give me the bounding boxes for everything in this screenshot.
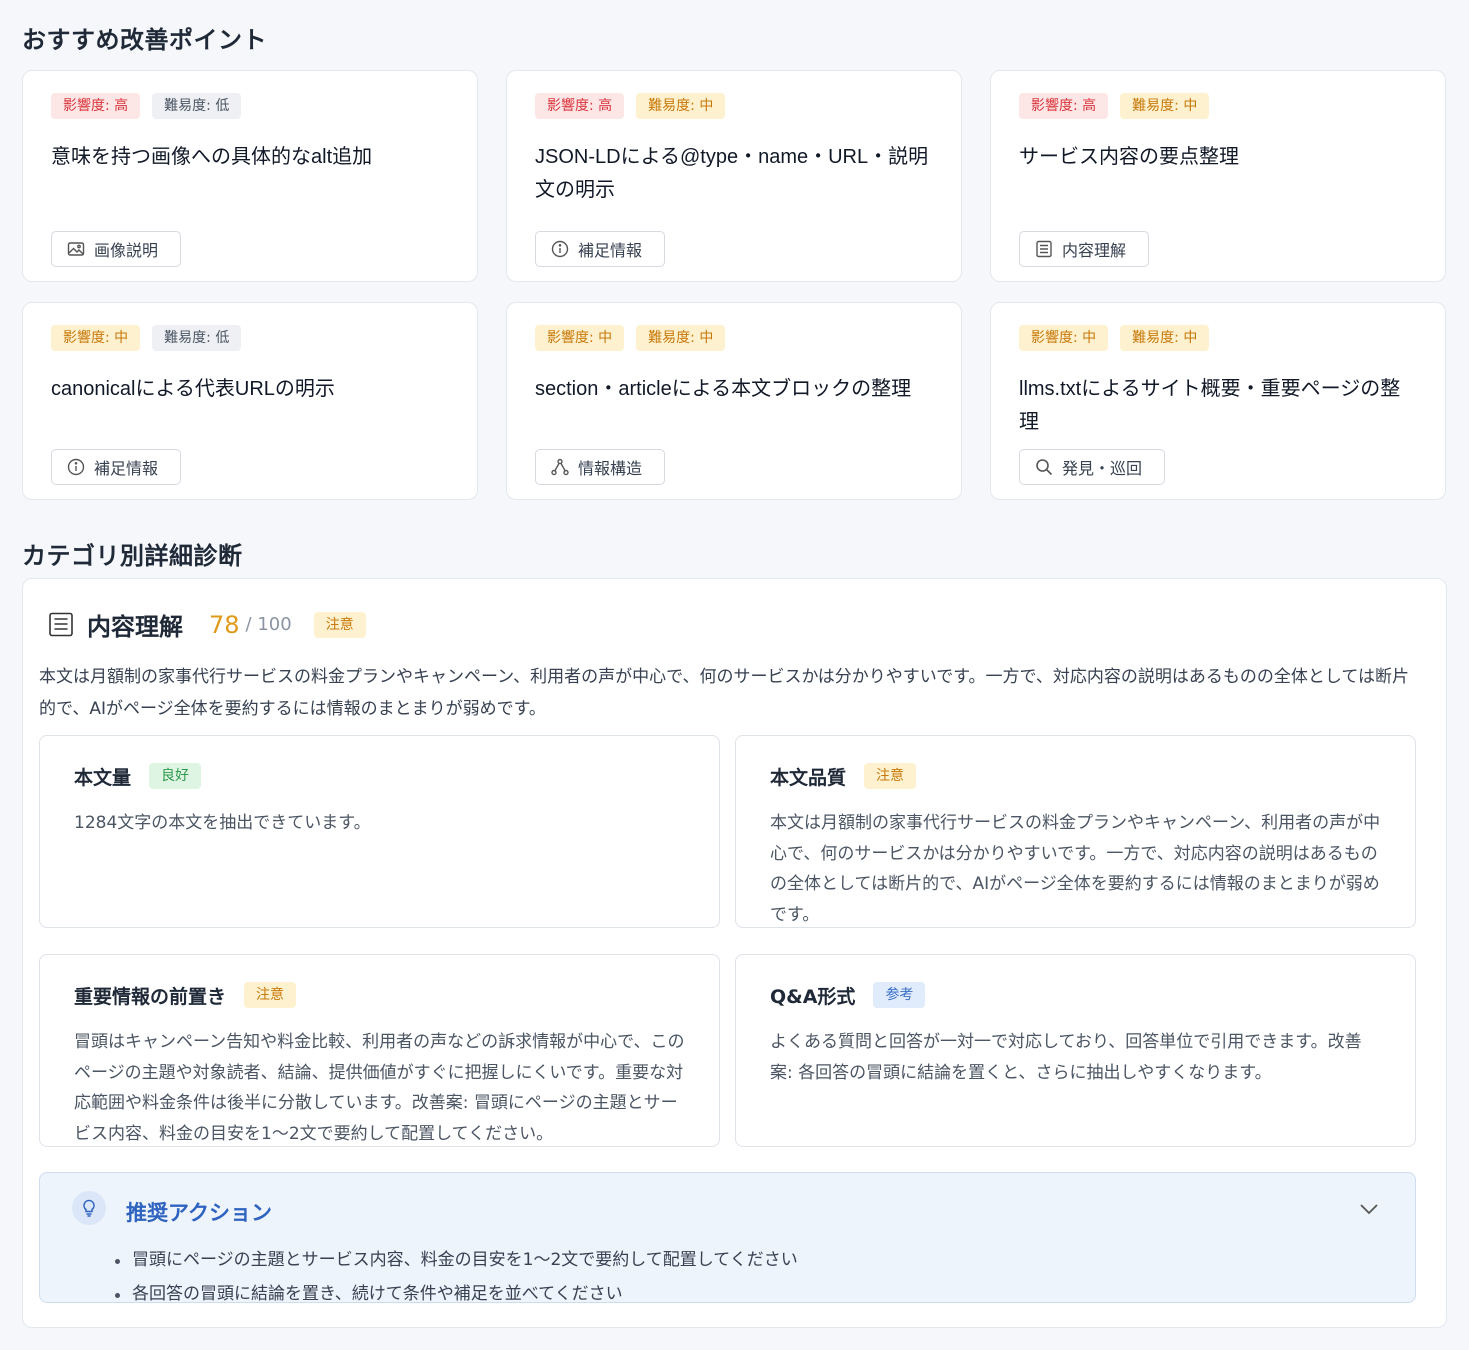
category-tag-label: 内容理解: [1062, 241, 1127, 260]
criterion-card: 本文品質 注意 本文は月額制の家事代行サービスの料金プランやキャンペーン、利用者…: [735, 735, 1416, 928]
recommendation-title: JSON-LDによる@type・name・URL・説明文の明示: [535, 146, 929, 201]
category-tag[interactable]: 補足情報: [51, 449, 182, 485]
image-icon: [67, 242, 85, 256]
recommendation-card[interactable]: 影響度: 中 難易度: 低 canonicalによる代表URLの明示 補足情報: [22, 302, 478, 500]
criterion-card: 本文量 良好 1284文字の本文を抽出できています。: [39, 735, 720, 928]
category-name: 内容理解: [87, 613, 183, 641]
search-icon: [1036, 459, 1053, 476]
criterion-title: 本文量: [74, 766, 132, 789]
criterion-body: よくある質問と回答が一対一で対応しており、回答単位で引用できます。改善案: 各回…: [770, 1032, 1362, 1083]
category-summary: 本文は月額制の家事代行サービスの料金プランやキャンペーン、利用者の声が中心で、何…: [39, 667, 1410, 719]
impact-badge: 影響度: 高: [1019, 93, 1109, 119]
info-icon: [551, 240, 569, 258]
category-detail-header: 内容理解 78 / 100 注意: [47, 607, 366, 642]
lightbulb-icon: [72, 1191, 106, 1225]
recommendation-title: llms.txtによるサイト概要・重要ページの整理: [1019, 378, 1401, 433]
action-list: 冒頭にページの主題とサービス内容、料金の目安を1〜2文で要約して配置してください…: [115, 1243, 798, 1302]
recommendation-card[interactable]: 影響度: 高 難易度: 中 サービス内容の要点整理 内容理解: [990, 70, 1446, 282]
impact-badge: 影響度: 高: [51, 93, 141, 119]
recommendations-heading: おすすめ改善ポイント: [22, 26, 267, 54]
category-tag-label: 発見・巡回: [1062, 459, 1143, 478]
category-score-max: / 100: [245, 614, 292, 635]
recommendation-card[interactable]: 影響度: 中 難易度: 中 section・articleによる本文ブロックの整…: [506, 302, 962, 500]
difficulty-badge: 難易度: 中: [636, 325, 726, 351]
action-item: 冒頭にページの主題とサービス内容、料金の目安を1〜2文で要約して配置してください: [115, 1243, 798, 1277]
chevron-down-icon[interactable]: [1357, 1197, 1381, 1221]
difficulty-badge: 難易度: 中: [1120, 93, 1210, 119]
status-badge: 良好: [149, 763, 202, 789]
category-tag[interactable]: 補足情報: [535, 231, 666, 267]
criterion-title: 本文品質: [770, 766, 847, 789]
category-tag-label: 情報構造: [578, 459, 643, 478]
criterion-body: 1284文字の本文を抽出できています。: [74, 813, 371, 833]
action-item: 各回答の冒頭に結論を置き、続けて条件や補足を並べてください: [115, 1277, 798, 1302]
criterion-card: Q&A形式 参考 よくある質問と回答が一対一で対応しており、回答単位で引用できま…: [735, 954, 1416, 1147]
recommendation-title: 意味を持つ画像への具体的なalt追加: [51, 146, 373, 168]
category-detail-card: 内容理解 78 / 100 注意 本文は月額制の家事代行サービスの料金プランやキ…: [22, 578, 1447, 1328]
impact-badge: 影響度: 高: [535, 93, 625, 119]
recommended-actions-panel[interactable]: 推奨アクション 冒頭にページの主題とサービス内容、料金の目安を1〜2文で要約して…: [39, 1172, 1416, 1303]
difficulty-badge: 難易度: 中: [636, 93, 726, 119]
category-tag[interactable]: 画像説明: [51, 231, 182, 267]
criterion-title: Q&A形式: [770, 985, 856, 1008]
recommendation-grid: 影響度: 高 難易度: 低 意味を持つ画像への具体的なalt追加 画像説明 影響…: [22, 70, 1447, 500]
status-badge: 参考: [873, 982, 926, 1008]
criterion-title: 重要情報の前置き: [74, 985, 227, 1008]
recommendation-card[interactable]: 影響度: 中 難易度: 中 llms.txtによるサイト概要・重要ページの整理 …: [990, 302, 1446, 500]
category-tag[interactable]: 内容理解: [1019, 231, 1150, 267]
category-heading: カテゴリ別詳細診断: [22, 542, 243, 570]
status-badge: 注意: [313, 611, 366, 638]
status-badge: 注意: [864, 763, 917, 789]
category-score: 78: [209, 610, 240, 639]
criterion-body: 冒頭はキャンペーン告知や料金比較、利用者の声などの訴求情報が中心で、このページの…: [74, 1032, 685, 1144]
criterion-body: 本文は月額制の家事代行サービスの料金プランやキャンペーン、利用者の声が中心で、何…: [770, 813, 1381, 925]
category-tag[interactable]: 発見・巡回: [1019, 449, 1166, 485]
info-icon: [67, 458, 85, 476]
recommendation-title: サービス内容の要点整理: [1019, 146, 1239, 168]
impact-badge: 影響度: 中: [535, 325, 625, 351]
category-tag-label: 補足情報: [578, 241, 643, 260]
difficulty-badge: 難易度: 中: [1120, 325, 1210, 351]
recommendation-title: section・articleによる本文ブロックの整理: [535, 378, 912, 400]
document-icon: [49, 612, 73, 636]
criterion-card: 重要情報の前置き 注意 冒頭はキャンペーン告知や料金比較、利用者の声などの訴求情…: [39, 954, 720, 1147]
criteria-grid: 本文量 良好 1284文字の本文を抽出できています。 本文品質 注意 本文は月額…: [39, 735, 1416, 1147]
impact-badge: 影響度: 中: [1019, 325, 1109, 351]
recommendation-title: canonicalによる代表URLの明示: [51, 378, 335, 400]
recommendation-card[interactable]: 影響度: 高 難易度: 中 JSON-LDによる@type・name・URL・説…: [506, 70, 962, 282]
difficulty-badge: 難易度: 低: [152, 93, 242, 119]
category-tag[interactable]: 情報構造: [535, 449, 666, 485]
document-icon: [1036, 240, 1052, 258]
difficulty-badge: 難易度: 低: [152, 325, 242, 351]
status-badge: 注意: [244, 982, 297, 1008]
category-tag-label: 補足情報: [94, 459, 159, 478]
category-tag-label: 画像説明: [94, 241, 159, 260]
recommended-actions-title: 推奨アクション: [126, 1201, 272, 1225]
recommendation-card[interactable]: 影響度: 高 難易度: 低 意味を持つ画像への具体的なalt追加 画像説明: [22, 70, 478, 282]
hierarchy-icon: [551, 458, 569, 476]
impact-badge: 影響度: 中: [51, 325, 141, 351]
